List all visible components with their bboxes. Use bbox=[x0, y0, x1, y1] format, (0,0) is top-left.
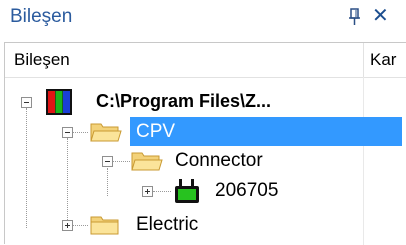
folder-open-icon bbox=[90, 121, 122, 148]
tree-node-root-label: C:\Program Files\Z... bbox=[96, 91, 272, 111]
tree-node-electric[interactable]: Electric bbox=[0, 210, 406, 240]
collapse-icon[interactable] bbox=[62, 127, 73, 138]
column-divider[interactable] bbox=[363, 43, 364, 77]
tree-node-206705[interactable]: 206705 bbox=[0, 176, 406, 206]
tree-node-root[interactable]: C:\Program Files\Z... bbox=[0, 87, 406, 117]
expand-icon[interactable] bbox=[62, 220, 73, 231]
column-header-name[interactable]: Bileşen bbox=[14, 50, 70, 70]
column-header: Bileşen Kar bbox=[5, 43, 406, 78]
folder-open-icon bbox=[131, 150, 163, 177]
tree-node-206705-label: 206705 bbox=[215, 180, 279, 201]
tree-node-cpv-label: CPV bbox=[136, 121, 176, 142]
tree-node-electric-label: Electric bbox=[136, 214, 199, 235]
tree-node-connector-label: Connector bbox=[175, 150, 263, 171]
color-bars-icon bbox=[46, 89, 72, 120]
folder-icon bbox=[90, 214, 122, 241]
close-icon[interactable]: ✕ bbox=[372, 3, 389, 28]
expand-icon[interactable] bbox=[142, 186, 153, 197]
pin-icon[interactable] bbox=[348, 6, 362, 28]
collapse-icon[interactable] bbox=[21, 97, 32, 108]
panel-title: Bileşen bbox=[10, 6, 73, 27]
collapse-icon[interactable] bbox=[102, 156, 113, 167]
column-header-second[interactable]: Kar bbox=[370, 50, 396, 70]
tree-node-cpv[interactable]: CPV bbox=[0, 117, 406, 147]
tree-node-connector[interactable]: Connector bbox=[0, 146, 406, 176]
component-panel: Bileşen ✕ Bileşen Kar C:\Program Files\Z… bbox=[0, 0, 406, 245]
panel-titlebar: Bileşen ✕ bbox=[0, 0, 406, 36]
connector-part-icon bbox=[174, 178, 200, 209]
